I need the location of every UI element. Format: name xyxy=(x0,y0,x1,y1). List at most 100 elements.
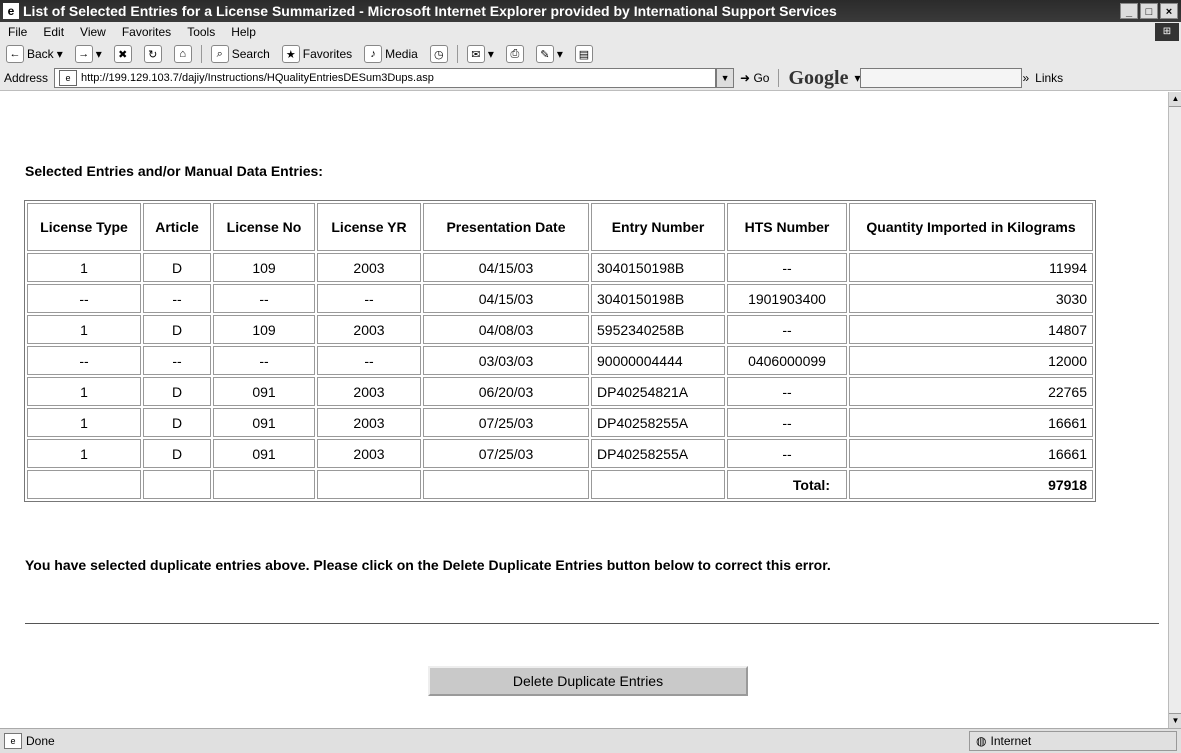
address-dropdown-button[interactable]: ▼ xyxy=(716,68,735,88)
address-input[interactable]: e http://199.129.103.7/dajiy/Instruction… xyxy=(54,68,717,88)
search-icon: ⌕ xyxy=(210,45,229,63)
table-row: 1 D 091 2003 07/25/03 DP40258255A -- 16661 xyxy=(27,408,1093,437)
internet-explorer-icon: e xyxy=(3,3,19,19)
scroll-down-arrow-icon[interactable]: ▼ xyxy=(1169,713,1181,728)
table-cell: 03/03/03 xyxy=(423,346,589,375)
media-label: Media xyxy=(385,47,418,61)
address-url: http://199.129.103.7/dajiy/Instructions/… xyxy=(81,72,434,84)
stop-button[interactable]: ✖ xyxy=(108,44,138,64)
close-button[interactable]: × xyxy=(1160,3,1178,19)
menu-help[interactable]: Help xyxy=(223,25,264,39)
address-label: Address xyxy=(4,71,49,85)
table-cell: 1 xyxy=(27,439,141,468)
table-cell: 2003 xyxy=(317,253,421,282)
table-cell: 06/20/03 xyxy=(423,377,589,406)
table-cell: 2003 xyxy=(317,408,421,437)
media-button[interactable]: ♪ Media xyxy=(358,44,424,64)
discuss-button[interactable]: ▤ xyxy=(569,44,599,64)
menu-file[interactable]: File xyxy=(0,25,35,39)
table-cell: 90000004444 xyxy=(591,346,725,375)
column-header: HTS Number xyxy=(727,203,847,251)
table-cell xyxy=(213,470,315,499)
table-cell: 091 xyxy=(213,377,315,406)
home-button[interactable]: ⌂ xyxy=(168,44,198,64)
go-label: Go xyxy=(753,71,770,85)
status-text: Done xyxy=(26,734,55,748)
maximize-button[interactable]: □ xyxy=(1140,3,1158,19)
page-content: Selected Entries and/or Manual Data Entr… xyxy=(8,92,1168,728)
scroll-up-arrow-icon[interactable]: ▲ xyxy=(1169,92,1181,107)
favorites-icon: ★ xyxy=(281,45,300,63)
chevron-right-icon[interactable]: » xyxy=(1022,71,1029,85)
table-cell: DP40258255A xyxy=(591,408,725,437)
history-button[interactable]: ◷ xyxy=(424,44,454,64)
table-cell: 1 xyxy=(27,377,141,406)
table-cell: -- xyxy=(727,439,847,468)
column-header: License YR xyxy=(317,203,421,251)
table-cell xyxy=(143,470,211,499)
menu-edit[interactable]: Edit xyxy=(35,25,72,39)
table-cell: 3030 xyxy=(849,284,1093,313)
menu-tools[interactable]: Tools xyxy=(179,25,223,39)
column-header: Article xyxy=(143,203,211,251)
window-controls: _ □ × xyxy=(1120,3,1178,19)
table-cell: 1 xyxy=(27,253,141,282)
table-cell: -- xyxy=(213,284,315,313)
toolbar-separator xyxy=(456,45,458,63)
table-cell: 5952340258B xyxy=(591,315,725,344)
menu-view[interactable]: View xyxy=(72,25,114,39)
table-cell: 3040150198B xyxy=(591,253,725,282)
table-header-row: License Type Article License No License … xyxy=(27,203,1093,251)
internet-globe-icon: ◍ xyxy=(976,734,987,748)
go-button[interactable]: ➜ Go xyxy=(734,71,775,85)
table-cell: -- xyxy=(213,346,315,375)
table-cell: D xyxy=(143,377,211,406)
menu-favorites[interactable]: Favorites xyxy=(114,25,179,39)
table-cell: 16661 xyxy=(849,439,1093,468)
table-cell xyxy=(423,470,589,499)
table-row: 1 D 091 2003 06/20/03 DP40254821A -- 22765 xyxy=(27,377,1093,406)
table-cell: 1901903400 xyxy=(727,284,847,313)
back-button[interactable]: ← Back ▾ xyxy=(0,44,69,64)
table-cell: D xyxy=(143,253,211,282)
google-toolbar-logo[interactable]: Google xyxy=(782,67,854,90)
favorites-button[interactable]: ★ Favorites xyxy=(276,44,358,64)
chevron-down-icon: ▾ xyxy=(95,47,102,61)
table-cell: -- xyxy=(727,315,847,344)
refresh-button[interactable]: ↻ xyxy=(138,44,168,64)
search-label: Search xyxy=(231,47,270,61)
total-value: 97918 xyxy=(849,470,1093,499)
horizontal-rule xyxy=(25,623,1159,624)
table-cell: 0406000099 xyxy=(727,346,847,375)
table-row: 1 D 091 2003 07/25/03 DP40258255A -- 16661 xyxy=(27,439,1093,468)
table-cell: D xyxy=(143,315,211,344)
vertical-scrollbar[interactable]: ▲ ▼ xyxy=(1168,92,1181,728)
edit-button[interactable]: ✎ ▾ xyxy=(530,44,569,64)
table-cell: 16661 xyxy=(849,408,1093,437)
minimize-button[interactable]: _ xyxy=(1120,3,1138,19)
table-cell: 07/25/03 xyxy=(423,408,589,437)
edit-icon: ✎ xyxy=(535,45,554,63)
table-cell: D xyxy=(143,408,211,437)
total-label: Total: xyxy=(727,470,847,499)
duplicate-warning-message: You have selected duplicate entries abov… xyxy=(25,557,831,573)
links-button[interactable]: Links xyxy=(1029,71,1069,85)
table-cell: 11994 xyxy=(849,253,1093,282)
back-label: Back xyxy=(27,47,54,61)
window-title: List of Selected Entries for a License S… xyxy=(23,3,837,19)
history-icon: ◷ xyxy=(429,45,448,63)
table-cell: -- xyxy=(27,346,141,375)
table-cell: -- xyxy=(727,377,847,406)
table-row: -- -- -- -- 03/03/03 90000004444 0406000099 120… xyxy=(27,346,1093,375)
search-button[interactable]: ⌕ Search xyxy=(205,44,276,64)
print-button[interactable]: ⎙ xyxy=(500,44,530,64)
mail-button[interactable]: ✉ ▾ xyxy=(461,44,500,64)
column-header: License Type xyxy=(27,203,141,251)
delete-duplicate-entries-button[interactable]: Delete Duplicate Entries xyxy=(428,666,748,696)
google-search-input[interactable] xyxy=(860,68,1023,88)
page-icon: e xyxy=(59,70,78,86)
table-cell: 2003 xyxy=(317,439,421,468)
page-done-icon: e xyxy=(4,733,22,749)
table-cell: 091 xyxy=(213,408,315,437)
forward-button[interactable]: → ▾ xyxy=(69,44,108,64)
